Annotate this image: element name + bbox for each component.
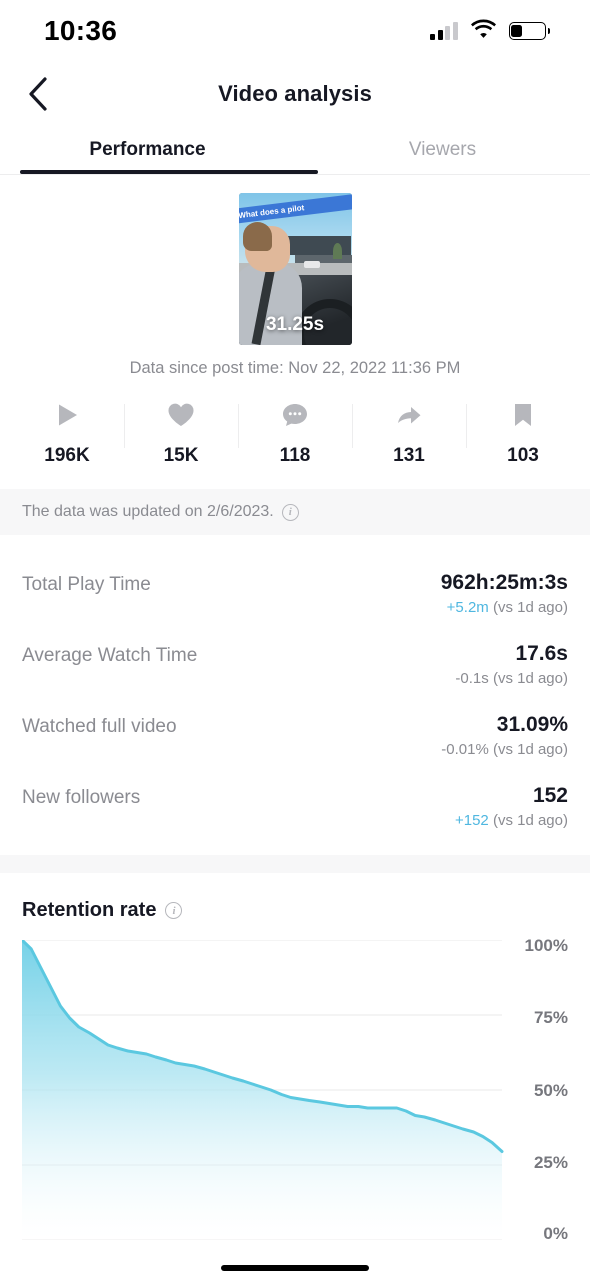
metric-label: Average Watch Time	[22, 645, 198, 666]
metric-row-new-followers: New followers 152 +152 (vs 1d ago)	[22, 770, 568, 841]
info-icon[interactable]: i	[281, 503, 299, 521]
wifi-icon	[470, 19, 496, 43]
thumbnail-person-hair	[243, 221, 273, 251]
retention-rate-chart: 100% 75% 50% 25% 0%	[22, 936, 568, 1243]
bookmark-icon	[506, 398, 540, 432]
play-icon	[50, 398, 84, 432]
metric-delta: +5.2m (vs 1d ago)	[441, 599, 568, 616]
comment-icon	[278, 398, 312, 432]
data-update-banner: The data was updated on 2/6/2023. i	[0, 489, 590, 535]
status-bar: 10:36	[0, 0, 590, 62]
chart-y-axis-labels: 100% 75% 50% 25% 0%	[506, 936, 568, 1243]
data-since-post-time: Data since post time: Nov 22, 2022 11:36…	[129, 359, 461, 377]
metric-delta-suffix: (vs 1d ago)	[488, 670, 568, 687]
metric-delta: -0.01% (vs 1d ago)	[441, 741, 568, 758]
back-button[interactable]	[16, 72, 60, 116]
metric-label: New followers	[22, 787, 141, 808]
tab-performance-label: Performance	[89, 139, 206, 160]
heart-icon	[164, 398, 198, 432]
stat-comments[interactable]: 118	[238, 398, 352, 467]
metric-delta-suffix: (vs 1d ago)	[488, 812, 568, 829]
metric-delta-suffix: (vs 1d ago)	[488, 599, 568, 616]
metric-delta-amount: -0.1s	[455, 670, 489, 687]
page-title: Video analysis	[218, 81, 372, 106]
metric-delta: +152 (vs 1d ago)	[455, 812, 568, 829]
section-divider	[0, 855, 590, 873]
metric-row-watched-full-video: Watched full video 31.09% -0.01% (vs 1d …	[22, 699, 568, 770]
tab-viewers[interactable]: Viewers	[295, 126, 590, 174]
home-indicator[interactable]	[221, 1265, 369, 1271]
stat-shares-value: 131	[393, 445, 425, 466]
metric-row-average-watch-time: Average Watch Time 17.6s -0.1s (vs 1d ag…	[22, 628, 568, 699]
stat-comments-value: 118	[279, 445, 311, 466]
retention-rate-section: Retention rate i 100% 75% 50% 25% 0%	[0, 873, 590, 1243]
stat-saves[interactable]: 103	[466, 398, 580, 467]
tab-performance[interactable]: Performance	[0, 126, 295, 174]
cellular-signal-icon	[430, 22, 458, 40]
stat-likes-value: 15K	[163, 445, 199, 466]
metric-label: Total Play Time	[22, 574, 151, 595]
chevron-left-icon	[29, 77, 47, 111]
battery-icon	[508, 22, 550, 40]
metric-delta-amount: +152	[454, 812, 489, 829]
y-tick-25: 25%	[533, 1153, 568, 1172]
stat-likes[interactable]: 15K	[124, 398, 238, 467]
metric-delta: -0.1s (vs 1d ago)	[455, 670, 568, 687]
stat-saves-value: 103	[507, 445, 539, 466]
thumbnail-palm-tree	[333, 243, 343, 260]
tab-active-underline	[20, 170, 318, 174]
metric-value: 152	[532, 784, 568, 807]
stat-plays-value: 196K	[44, 445, 90, 466]
metric-delta-amount: +5.2m	[446, 599, 489, 616]
stat-shares[interactable]: 131	[352, 398, 466, 467]
metric-label: Watched full video	[22, 716, 177, 737]
engagement-stats-row: 196K 15K 118 131 103	[0, 398, 590, 467]
y-tick-100: 100%	[524, 936, 568, 955]
thumbnail-parked-car	[304, 261, 321, 269]
metrics-list: Total Play Time 962h:25m:3s +5.2m (vs 1d…	[0, 535, 590, 841]
y-tick-50: 50%	[533, 1081, 568, 1100]
tab-viewers-label: Viewers	[408, 139, 477, 160]
nav-bar: Video analysis	[0, 62, 590, 126]
retention-chart-svg	[22, 940, 504, 1240]
video-summary: What does a pilot 31.25s Data since post…	[0, 175, 590, 378]
y-tick-75: 75%	[533, 1008, 568, 1027]
stat-plays[interactable]: 196K	[10, 398, 124, 467]
metric-delta-suffix: (vs 1d ago)	[488, 741, 568, 758]
tab-bar: Performance Viewers	[0, 126, 590, 174]
y-tick-0: 0%	[543, 1224, 568, 1243]
video-duration: 31.25s	[265, 314, 325, 335]
video-thumbnail[interactable]: What does a pilot 31.25s	[238, 193, 352, 345]
metric-delta-amount: -0.01%	[441, 741, 489, 758]
status-bar-time: 10:36	[44, 15, 118, 46]
retention-rate-title: Retention rate	[22, 899, 157, 921]
metric-value: 17.6s	[515, 642, 568, 665]
data-update-text: The data was updated on 2/6/2023.	[22, 503, 274, 520]
metric-row-total-play-time: Total Play Time 962h:25m:3s +5.2m (vs 1d…	[22, 557, 568, 628]
info-icon[interactable]: i	[165, 902, 183, 919]
status-bar-indicators	[430, 19, 550, 43]
metric-value: 962h:25m:3s	[440, 571, 568, 594]
share-icon	[392, 398, 426, 432]
metric-value: 31.09%	[496, 713, 568, 736]
